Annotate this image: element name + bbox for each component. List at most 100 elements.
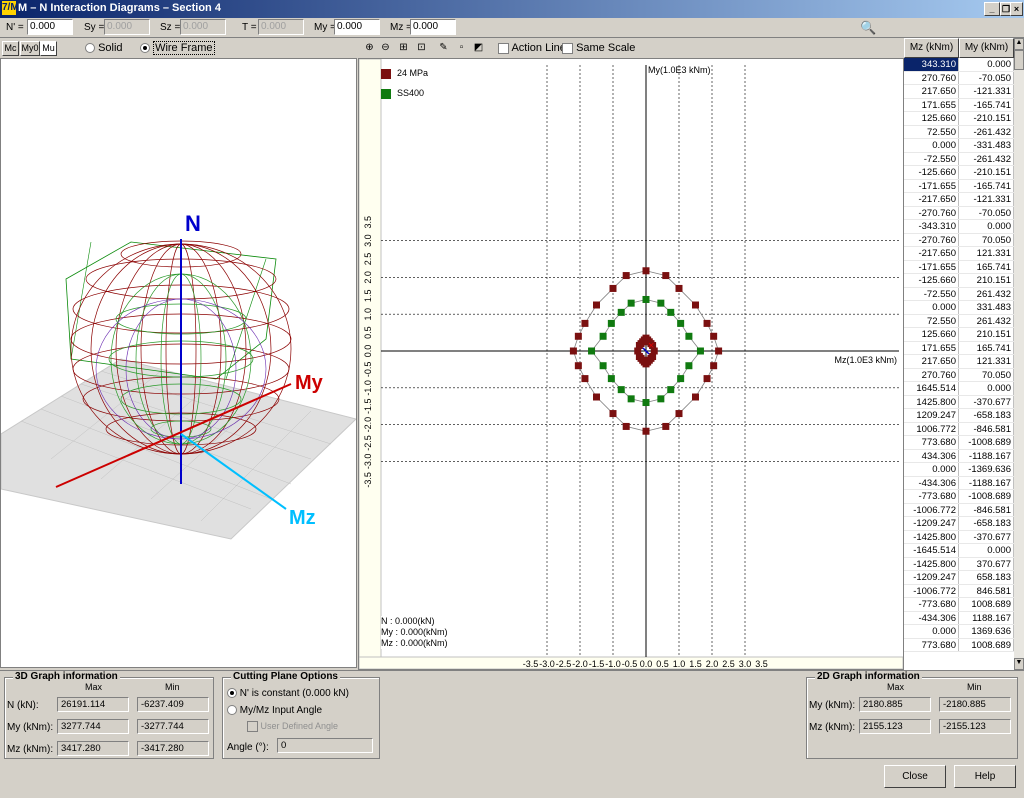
reset-view-icon[interactable]: ⊡	[414, 41, 429, 55]
table-row[interactable]: -270.760 -70.050	[904, 206, 1014, 220]
3d-mz-label: Mz (kNm):	[7, 744, 54, 755]
my-input[interactable]: 0.000	[334, 19, 380, 35]
table-row[interactable]: -1006.772 846.581	[904, 584, 1014, 598]
3d-min-header: Min	[165, 682, 180, 692]
zoom-view-icon[interactable]: 🔍	[860, 20, 876, 36]
table-row[interactable]: -1425.800 -370.677	[904, 530, 1014, 544]
input-angle-option[interactable]: My/Mz Input Angle	[227, 705, 322, 716]
table-row[interactable]: 125.660 -210.151	[904, 112, 1014, 126]
x-tick-label: 0.5	[656, 659, 669, 669]
table-row[interactable]: 270.760 -70.050	[904, 71, 1014, 85]
table-row[interactable]: -773.680 1008.689	[904, 598, 1014, 612]
data-point	[588, 347, 596, 355]
table-row[interactable]: 217.650 121.331	[904, 355, 1014, 369]
scroll-down-icon[interactable]: ▼	[1014, 658, 1024, 670]
table-row[interactable]: 1209.247 -658.183	[904, 409, 1014, 423]
wireframe-option[interactable]: Wire Frame	[140, 41, 215, 55]
tab-my0[interactable]: My0	[20, 41, 40, 56]
table-row[interactable]: 434.306 -1188.167	[904, 449, 1014, 463]
table-row[interactable]: -72.550 261.432	[904, 287, 1014, 301]
scroll-thumb[interactable]	[1014, 50, 1024, 70]
tab-mu[interactable]: Mu	[40, 41, 57, 56]
3d-view[interactable]: N My Mz	[0, 58, 357, 668]
x-tick-label: 3.0	[739, 659, 752, 669]
zoom-in-icon[interactable]: ⊕	[362, 41, 377, 55]
2d-plot[interactable]: -3.5 -3.0 -2.5 -2.0 -1.5 -1.0 -0.5 0.0 0.5 1.0 1.5…	[358, 58, 904, 670]
table-row[interactable]: -1209.247 658.183	[904, 571, 1014, 585]
mz-input[interactable]: 0.000	[410, 19, 456, 35]
solid-radio[interactable]	[85, 43, 95, 54]
scroll-up-icon[interactable]: ▲	[1014, 38, 1024, 50]
table-row[interactable]: -1006.772 -846.581	[904, 503, 1014, 517]
table-row[interactable]: 1425.800 -370.677	[904, 395, 1014, 409]
table-row[interactable]: 343.310 0.000	[904, 58, 1014, 72]
table-row[interactable]: 0.000 1369.636	[904, 625, 1014, 639]
table-row[interactable]: -171.655 165.741	[904, 260, 1014, 274]
zoom-out-icon[interactable]: ⊖	[378, 41, 393, 55]
action-line-checkbox[interactable]	[498, 42, 509, 54]
data-point	[667, 386, 675, 394]
table-row[interactable]: -1645.514 0.000	[904, 544, 1014, 558]
table-row[interactable]: -1209.247 -658.183	[904, 517, 1014, 531]
same-scale-checkbox[interactable]	[562, 42, 573, 54]
n-constant-label: N' is constant	[239, 688, 300, 699]
table-row[interactable]: 72.550 261.432	[904, 314, 1014, 328]
table-row[interactable]: -343.310 0.000	[904, 220, 1014, 234]
input-angle-radio[interactable]	[227, 705, 237, 716]
table-row[interactable]: 1006.772 -846.581	[904, 422, 1014, 436]
export-icon[interactable]: ◩	[471, 41, 486, 55]
table-row[interactable]: 270.760 70.050	[904, 368, 1014, 382]
help-button[interactable]: Help	[954, 765, 1016, 788]
table-row[interactable]: 171.655 165.741	[904, 341, 1014, 355]
minimize-button[interactable]: _	[984, 2, 1000, 16]
table-row[interactable]: -217.650 -121.331	[904, 193, 1014, 207]
table-row[interactable]: 217.650 -121.331	[904, 85, 1014, 99]
table-row[interactable]: 125.660 210.151	[904, 328, 1014, 342]
table-row[interactable]: 171.655 -165.741	[904, 98, 1014, 112]
table-row[interactable]: -72.550 -261.432	[904, 152, 1014, 166]
cell-my: 1008.689	[959, 638, 1014, 651]
2d-mz-label: Mz (kNm):	[809, 722, 856, 733]
table-row[interactable]: 0.000 -331.483	[904, 139, 1014, 153]
table-row[interactable]: 72.550 -261.432	[904, 125, 1014, 139]
fit-view-icon[interactable]: ⊞	[396, 41, 411, 55]
table-row[interactable]: -1425.800 370.677	[904, 557, 1014, 571]
table-row[interactable]: -171.655 -165.741	[904, 179, 1014, 193]
cell-my: -1188.167	[959, 476, 1014, 489]
angle-input[interactable]: 0	[277, 738, 373, 753]
col-my-header[interactable]: My (kNm)	[959, 38, 1014, 58]
pen-icon[interactable]: ✎	[436, 41, 451, 55]
table-row[interactable]: 773.680 1008.689	[904, 638, 1014, 652]
table-row[interactable]: -125.660 210.151	[904, 274, 1014, 288]
table-row[interactable]: -217.650 121.331	[904, 247, 1014, 261]
table-row[interactable]: 0.000 331.483	[904, 301, 1014, 315]
col-mz-header[interactable]: Mz (kNm)	[904, 38, 959, 58]
cell-my: -1369.636	[959, 463, 1014, 476]
same-scale-option[interactable]: Same Scale	[562, 42, 635, 54]
square-icon[interactable]: ▫	[454, 41, 469, 55]
my-label: My =	[314, 22, 336, 33]
tab-mc[interactable]: Mc	[2, 41, 19, 56]
cell-my: 121.331	[959, 247, 1014, 260]
close-button[interactable]: Close	[884, 765, 946, 788]
table-row[interactable]: -125.660 -210.151	[904, 166, 1014, 180]
table-row[interactable]: -434.306 1188.167	[904, 611, 1014, 625]
3d-mz-min: -3417.280	[137, 741, 209, 756]
n-constant-option[interactable]: N' is constant (0.000 kN)	[227, 688, 349, 699]
table-scrollbar[interactable]: ▲ ▼	[1014, 38, 1024, 670]
data-point	[642, 295, 650, 303]
table-row[interactable]: -773.680 -1008.689	[904, 490, 1014, 504]
table-row[interactable]: 773.680 -1008.689	[904, 436, 1014, 450]
table-row[interactable]: 1645.514 0.000	[904, 382, 1014, 396]
n-constant-radio[interactable]	[227, 688, 237, 699]
results-table[interactable]: Mz (kNm) My (kNm) 343.310 0.000 270.760 -70…	[904, 38, 1024, 670]
close-window-button[interactable]: ×	[1010, 2, 1023, 16]
table-row[interactable]: 0.000 -1369.636	[904, 463, 1014, 477]
solid-option[interactable]: Solid	[85, 42, 123, 54]
wireframe-radio[interactable]	[140, 43, 150, 54]
n-input[interactable]: 0.000	[27, 19, 73, 35]
table-row[interactable]: -434.306 -1188.167	[904, 476, 1014, 490]
table-row[interactable]: -270.760 70.050	[904, 233, 1014, 247]
sy-input: 0.000	[104, 19, 150, 35]
action-line-option[interactable]: Action Line	[498, 42, 566, 54]
